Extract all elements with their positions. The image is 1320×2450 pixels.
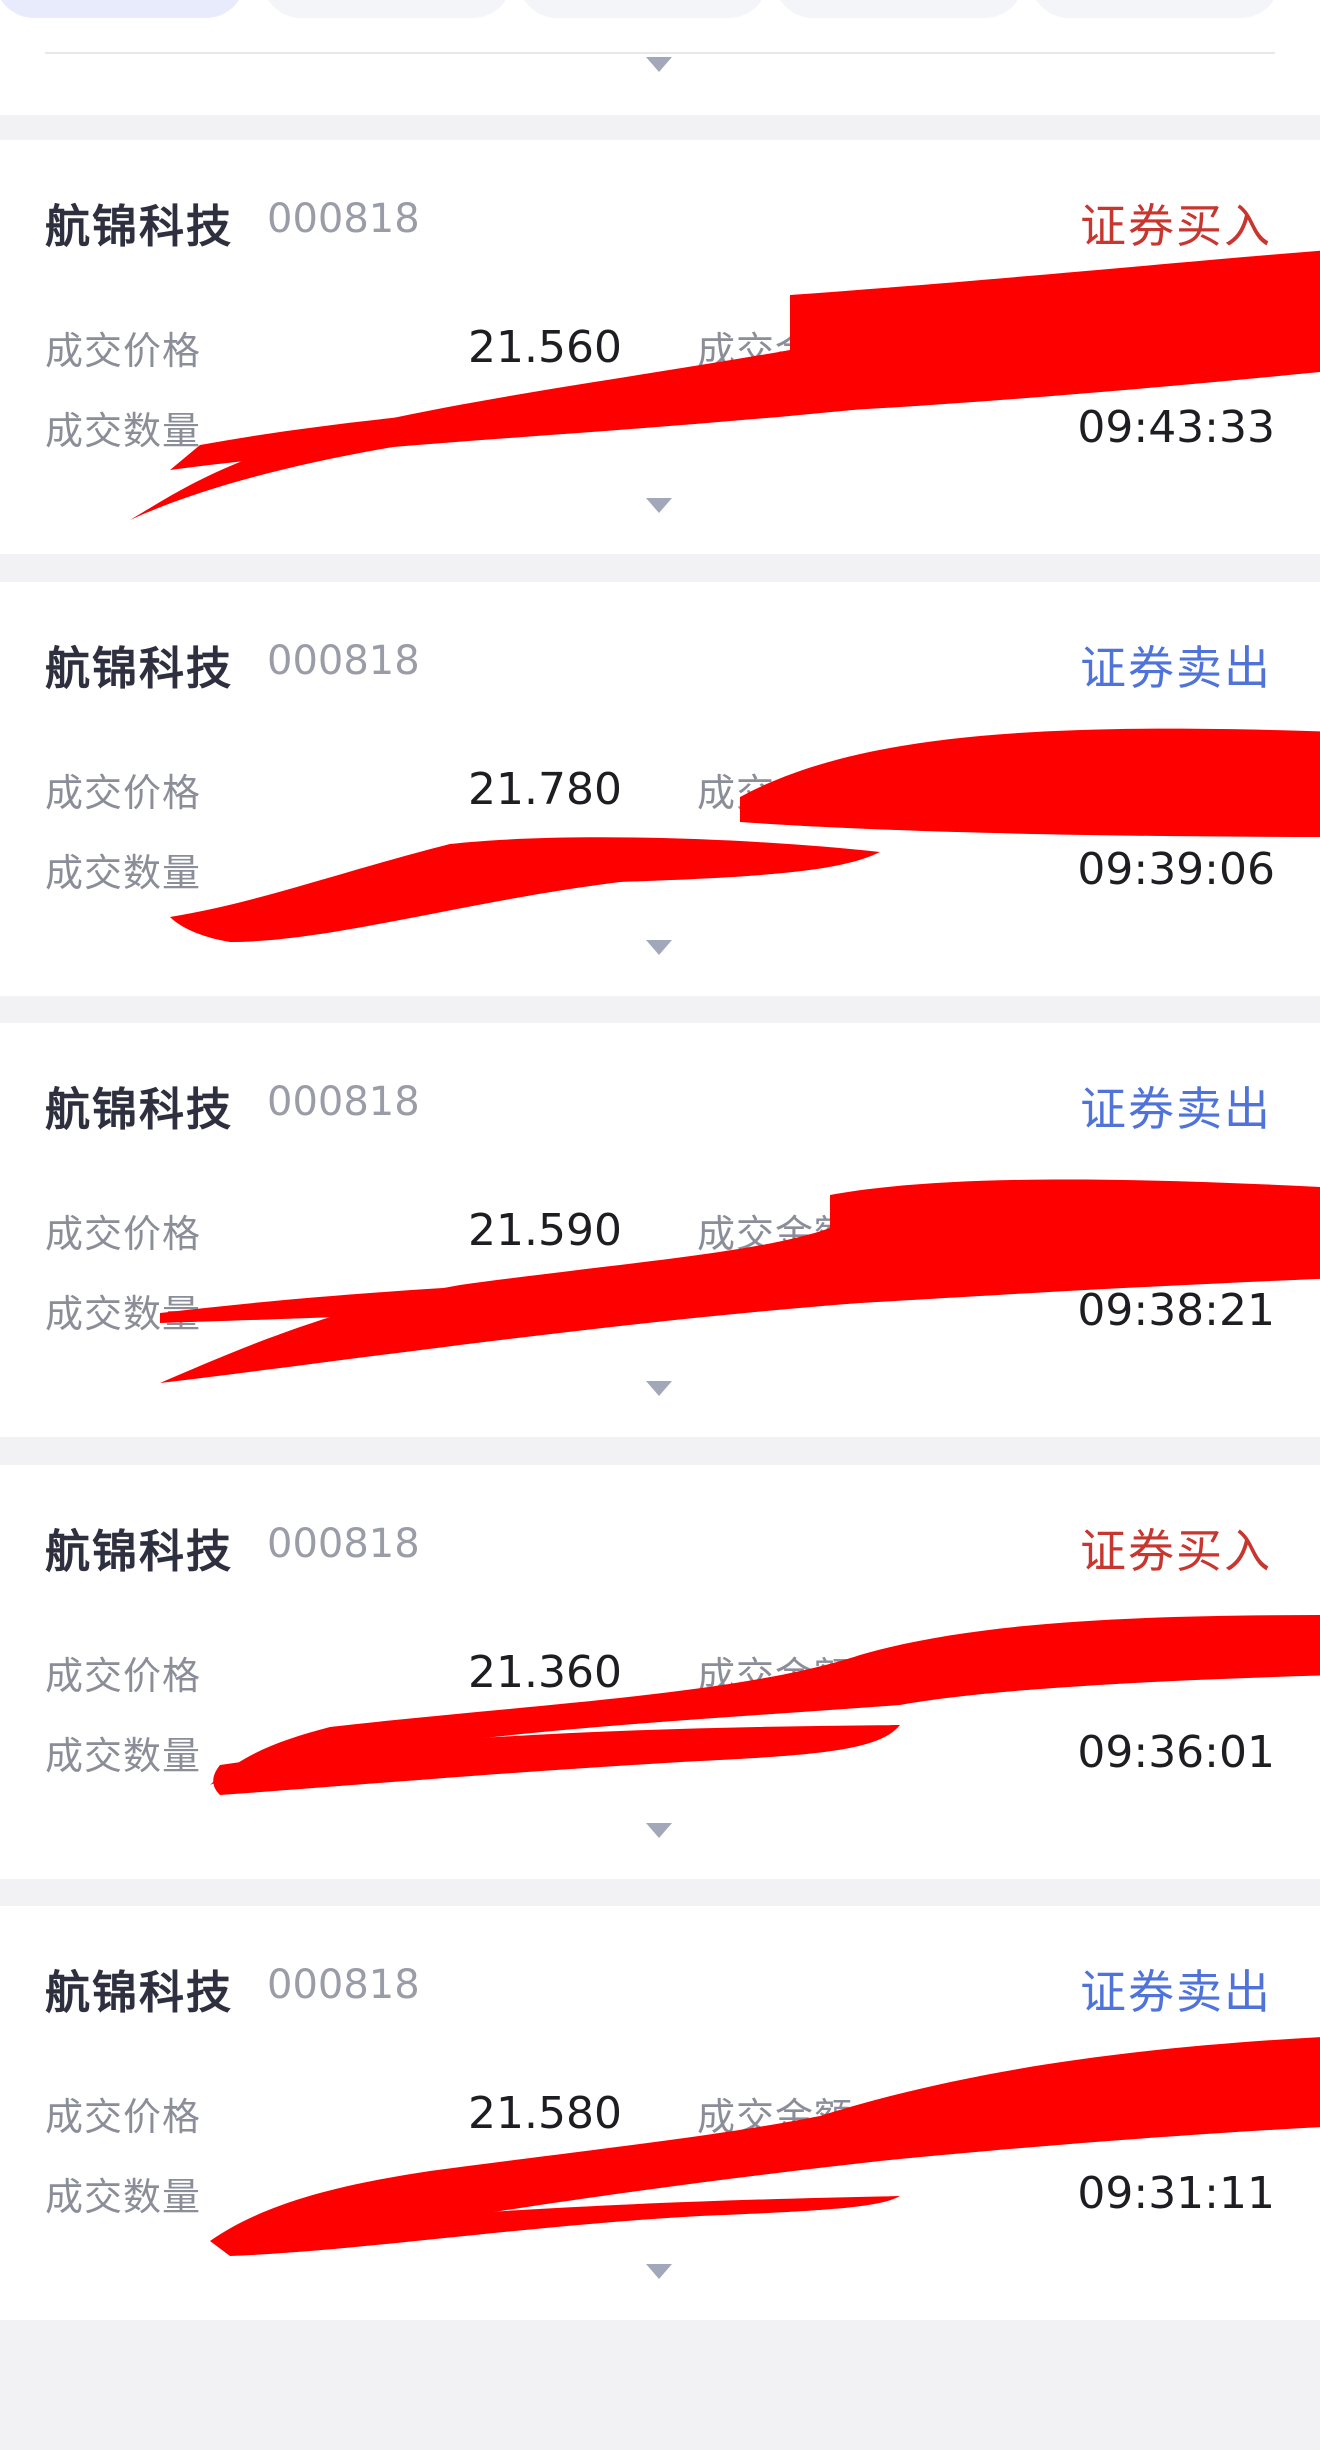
trade-card[interactable]: 航锦科技 000818 证券买入 成交价格 21.560 成交金额 成交数量 0…: [0, 140, 1320, 554]
trade-card[interactable]: 航锦科技 000818 证券卖出 成交价格 21.780 成交金额 成交数量 0…: [0, 582, 1320, 996]
trade-card[interactable]: 航锦科技 000818 证券卖出 成交价格 21.580 成交金额 成交数量 0…: [0, 1906, 1320, 2320]
divider: [45, 52, 1275, 54]
caret-down-icon[interactable]: [646, 2264, 672, 2279]
filter-chip[interactable]: [1030, 0, 1280, 18]
caret-down-icon[interactable]: [646, 940, 672, 955]
filter-chip-active[interactable]: [0, 0, 245, 18]
redaction-scribble: [160, 1179, 1320, 1383]
redaction-scribble: [170, 728, 1320, 942]
caret-down-icon[interactable]: [646, 1823, 672, 1838]
filter-chip[interactable]: [262, 0, 512, 18]
caret-down-icon[interactable]: [646, 498, 672, 513]
filter-bar: [0, 0, 1320, 115]
caret-down-icon[interactable]: [646, 1381, 672, 1396]
caret-down-icon[interactable]: [646, 57, 672, 72]
filter-chip[interactable]: [518, 0, 768, 18]
redaction-scribble: [210, 1615, 1320, 1795]
trade-card[interactable]: 航锦科技 000818 证券卖出 成交价格 21.590 成交金额 成交数量 0…: [0, 1023, 1320, 1437]
filter-chip[interactable]: [774, 0, 1024, 18]
redaction-scribble: [130, 250, 1320, 520]
redaction-scribble: [210, 2037, 1320, 2256]
trade-card[interactable]: 航锦科技 000818 证券买入 成交价格 21.360 成交金额 成交数量 0…: [0, 1465, 1320, 1879]
